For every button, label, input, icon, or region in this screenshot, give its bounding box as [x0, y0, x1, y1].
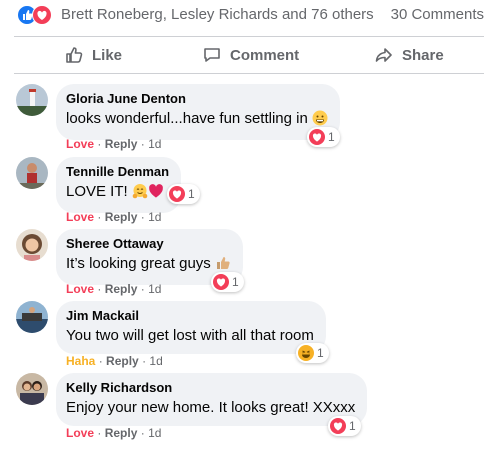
comment-bubble: Jim Mackail You two will get lost with a…	[56, 301, 326, 354]
comment-meta: Love · Reply · 1d	[66, 426, 161, 440]
separator: ·	[97, 282, 102, 296]
comment-meta: Love · Reply · 1d	[66, 282, 161, 296]
love-reaction-link[interactable]: Love	[66, 426, 94, 440]
commenter-name[interactable]: Gloria June Denton	[66, 91, 328, 107]
avatar[interactable]	[16, 84, 48, 116]
reaction-count-chip[interactable]: 1	[307, 127, 340, 147]
love-icon	[213, 274, 229, 290]
love-icon	[309, 129, 325, 145]
avatar[interactable]	[16, 301, 48, 333]
comment-text: looks wonderful...have fun settling in	[66, 109, 328, 132]
comment-bubble: Gloria June Denton looks wonderful...hav…	[56, 84, 340, 140]
reply-link[interactable]: Reply	[105, 137, 138, 151]
comment-bubble: Tennille Denman LOVE IT!	[56, 157, 182, 213]
love-icon	[330, 418, 346, 434]
love-icon	[32, 5, 52, 25]
separator: ·	[140, 426, 145, 440]
share-arrow-icon	[375, 48, 392, 62]
reply-link[interactable]: Reply	[105, 426, 138, 440]
love-icon	[169, 186, 185, 202]
comment-meta: Love · Reply · 1d	[66, 210, 161, 224]
timestamp[interactable]: 1d	[148, 210, 161, 224]
like-button[interactable]: Like	[64, 37, 122, 73]
comment-text: You two will get lost with all that room	[66, 327, 314, 344]
reaction-count: 1	[349, 419, 356, 433]
post-action-bar: Like Comment Share	[14, 36, 484, 74]
commenter-name[interactable]: Jim Mackail	[66, 308, 314, 324]
comment-meta: Love · Reply · 1d	[66, 137, 161, 151]
reaction-count: 1	[232, 275, 239, 289]
comments-count[interactable]: 30 Comments	[391, 6, 484, 23]
separator: ·	[140, 137, 145, 151]
reaction-icons[interactable]	[17, 5, 53, 25]
comment-text-body: LOVE IT!	[66, 183, 128, 200]
hugging-face-icon	[132, 183, 148, 205]
reactors-names[interactable]: Brett Roneberg, Lesley Richards and 76 o…	[61, 6, 374, 23]
reaction-count: 1	[317, 346, 324, 360]
comment-meta: Haha · Reply · 1d	[66, 354, 163, 368]
share-button[interactable]: Share	[374, 37, 444, 73]
love-reaction-link[interactable]: Love	[66, 210, 94, 224]
share-button-label: Share	[402, 46, 444, 64]
reply-link[interactable]: Reply	[106, 354, 139, 368]
like-button-label: Like	[92, 46, 123, 64]
timestamp[interactable]: 1d	[148, 282, 161, 296]
separator: ·	[142, 354, 147, 368]
comment-button[interactable]: Comment	[202, 37, 299, 73]
reply-link[interactable]: Reply	[105, 210, 138, 224]
love-reaction-link[interactable]: Love	[66, 282, 94, 296]
comment-bubble-icon	[204, 48, 220, 62]
separator: ·	[140, 282, 145, 296]
haha-icon	[298, 345, 314, 361]
timestamp[interactable]: 1d	[149, 354, 162, 368]
avatar[interactable]	[16, 373, 48, 405]
commenter-name[interactable]: Kelly Richardson	[66, 380, 355, 396]
commenter-name[interactable]: Tennille Denman	[66, 164, 169, 180]
reaction-count-chip[interactable]: 1	[296, 343, 329, 363]
reply-link[interactable]: Reply	[105, 282, 138, 296]
commenter-name[interactable]: Sheree Ottaway	[66, 236, 231, 252]
comment-text: LOVE IT!	[66, 182, 169, 205]
reaction-count-chip[interactable]: 1	[328, 416, 361, 436]
comment-text-body: It’s looking great guys	[66, 255, 211, 272]
reaction-count: 1	[328, 130, 335, 144]
avatar[interactable]	[16, 157, 48, 189]
comment-text: It’s looking great guys	[66, 254, 231, 277]
reaction-count-chip[interactable]: 1	[211, 272, 244, 292]
reaction-count-chip[interactable]: 1	[167, 184, 200, 204]
separator: ·	[97, 137, 102, 151]
comment-bubble: Kelly Richardson Enjoy your new home. It…	[56, 373, 368, 426]
reactions-summary-bar: Brett Roneberg, Lesley Richards and 76 o…	[0, 0, 495, 30]
timestamp[interactable]: 1d	[148, 426, 161, 440]
red-heart-icon	[148, 183, 164, 205]
comment-text-body: looks wonderful...have fun settling in	[66, 110, 308, 127]
separator: ·	[140, 210, 145, 224]
separator: ·	[98, 354, 103, 368]
avatar[interactable]	[16, 229, 48, 261]
comment-button-label: Comment	[230, 46, 300, 64]
separator: ·	[97, 210, 102, 224]
comment-text: Enjoy your new home. It looks great! XXx…	[66, 399, 356, 416]
reaction-count: 1	[188, 187, 195, 201]
separator: ·	[97, 426, 102, 440]
haha-reaction-link[interactable]: Haha	[66, 354, 95, 368]
love-reaction-link[interactable]: Love	[66, 137, 94, 151]
timestamp[interactable]: 1d	[148, 137, 161, 151]
thumbs-up-outline-icon	[66, 47, 83, 63]
